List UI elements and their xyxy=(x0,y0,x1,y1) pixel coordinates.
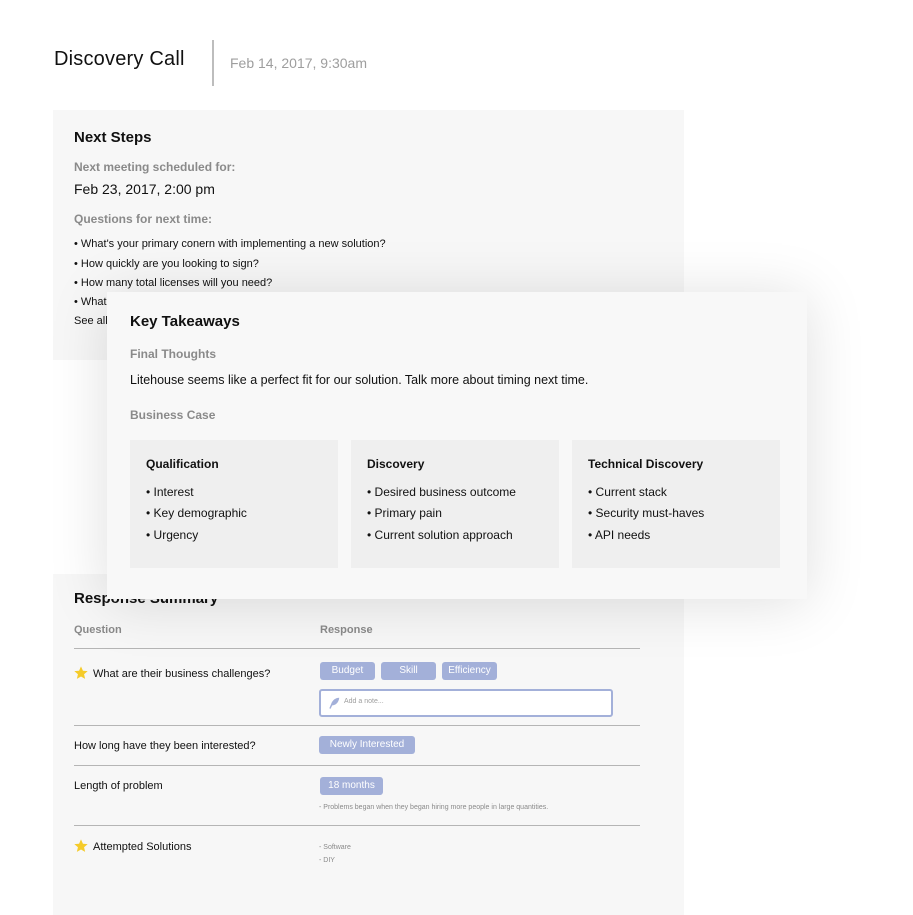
question-text: Length of problem xyxy=(74,780,163,792)
key-takeaways-panel: Key Takeaways Final Thoughts Litehouse s… xyxy=(107,292,807,599)
question-text: Attempted Solutions xyxy=(93,841,192,853)
quill-pen-icon xyxy=(329,697,340,709)
card-title: Qualification xyxy=(146,457,219,471)
card-item: • API needs xyxy=(588,528,651,542)
response-line: - Software xyxy=(319,844,351,851)
final-thoughts-text: Litehouse seems like a perfect fit for o… xyxy=(130,373,589,387)
question-text: What are their business challenges? xyxy=(93,668,271,680)
response-tag[interactable]: Skill xyxy=(381,662,436,680)
add-note-input[interactable]: Add a note... xyxy=(319,689,613,717)
card-item: • Current stack xyxy=(588,485,667,499)
header-divider xyxy=(212,40,214,86)
card-item: • Desired business outcome xyxy=(367,485,516,499)
row-divider xyxy=(74,725,640,726)
next-meeting-date: Feb 23, 2017, 2:00 pm xyxy=(74,181,215,197)
response-note: - Problems began when they began hiring … xyxy=(319,804,549,811)
column-header-question: Question xyxy=(74,624,122,636)
column-header-response: Response xyxy=(320,624,373,636)
question-item: • How quickly are you looking to sign? xyxy=(74,258,259,270)
star-icon[interactable] xyxy=(73,838,89,854)
star-icon[interactable] xyxy=(73,665,89,681)
final-thoughts-label: Final Thoughts xyxy=(130,347,216,361)
card-item: • Interest xyxy=(146,485,194,499)
card-item: • Key demographic xyxy=(146,506,247,520)
question-text: How long have they been interested? xyxy=(74,740,256,752)
response-summary-card: Response Summary Question Response What … xyxy=(53,574,684,915)
row-divider xyxy=(74,648,640,649)
response-line: - DIY xyxy=(319,857,335,864)
response-tag[interactable]: Efficiency xyxy=(442,662,497,680)
card-title: Technical Discovery xyxy=(588,457,704,471)
discovery-card: Discovery • Desired business outcome • P… xyxy=(351,440,559,568)
page-title: Discovery Call xyxy=(54,48,185,70)
questions-label: Questions for next time: xyxy=(74,212,213,226)
card-title: Discovery xyxy=(367,457,425,471)
technical-discovery-card: Technical Discovery • Current stack • Se… xyxy=(572,440,780,568)
call-date: Feb 14, 2017, 9:30am xyxy=(230,55,367,71)
qualification-card: Qualification • Interest • Key demograph… xyxy=(130,440,338,568)
question-item: • What's your primary conern with implem… xyxy=(74,238,386,250)
add-note-placeholder: Add a note... xyxy=(344,698,384,705)
row-divider xyxy=(74,765,640,766)
row-divider xyxy=(74,825,640,826)
card-item: • Security must-haves xyxy=(588,506,705,520)
response-tag[interactable]: 18 months xyxy=(320,777,383,795)
next-meeting-label: Next meeting scheduled for: xyxy=(74,160,236,174)
business-case-label: Business Case xyxy=(130,408,216,422)
response-tag[interactable]: Budget xyxy=(320,662,375,680)
card-item: • Urgency xyxy=(146,528,199,542)
card-item: • Primary pain xyxy=(367,506,442,520)
question-item: • How many total licenses will you need? xyxy=(74,277,273,289)
key-takeaways-title: Key Takeaways xyxy=(130,313,240,330)
card-item: • Current solution approach xyxy=(367,528,513,542)
response-tag[interactable]: Newly Interested xyxy=(319,736,415,754)
next-steps-title: Next Steps xyxy=(74,129,152,146)
